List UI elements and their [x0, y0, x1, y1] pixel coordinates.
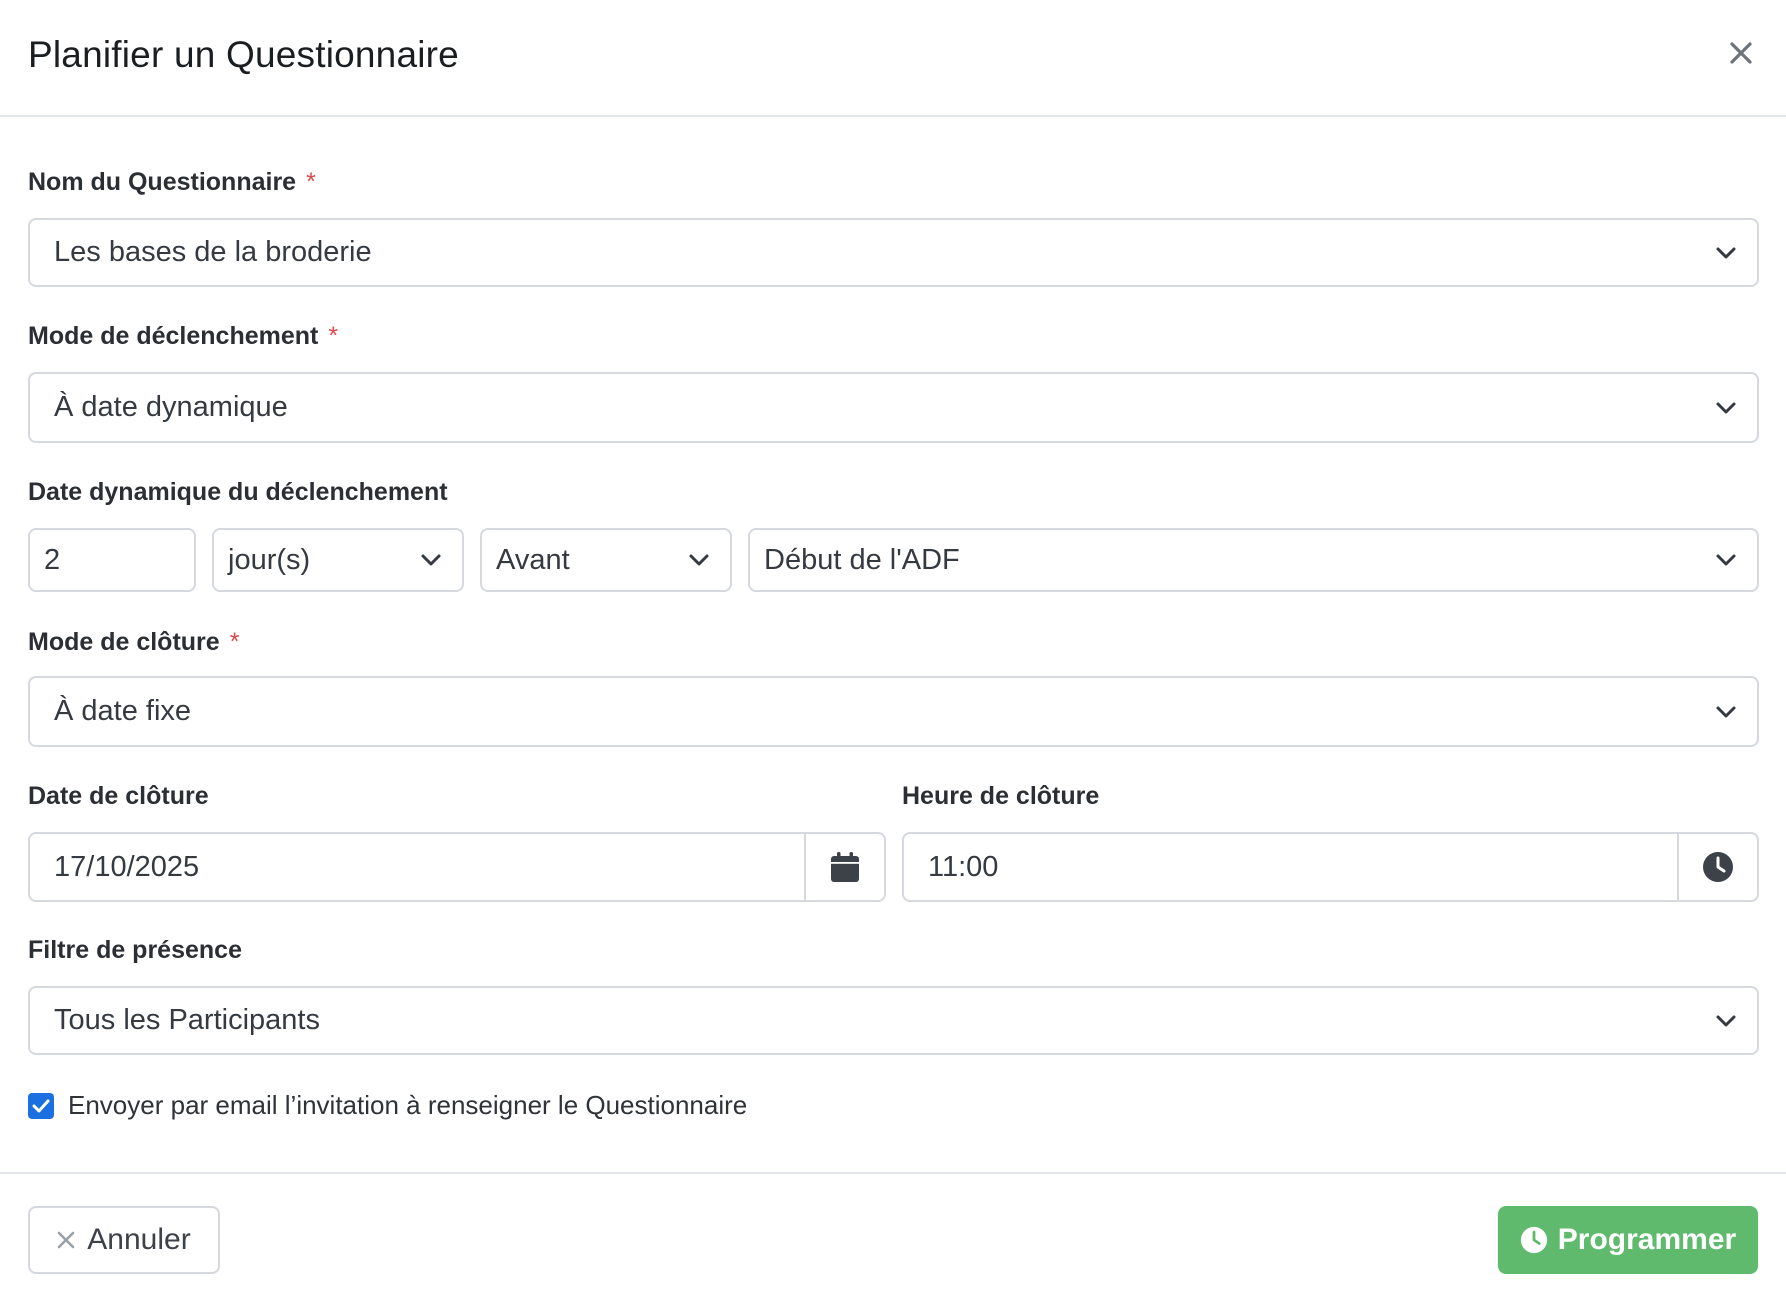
questionnaire-label-text: Nom du Questionnaire: [28, 168, 297, 196]
modal-header: Planifier un Questionnaire: [0, 0, 1786, 117]
clock-icon: [1520, 1226, 1547, 1254]
chevron-down-icon: [1716, 1015, 1736, 1026]
closing-time-group: 11:00: [902, 832, 1759, 902]
closing-date-label: Date de clôture: [28, 782, 209, 810]
calendar-button[interactable]: [804, 834, 884, 900]
cancel-button-label: Annuler: [87, 1223, 191, 1256]
footer-divider: [0, 1172, 1786, 1174]
modal-title: Planifier un Questionnaire: [28, 34, 459, 75]
questionnaire-select-value: Les bases de la broderie: [54, 236, 372, 268]
dynamic-unit-select[interactable]: jour(s): [212, 528, 464, 592]
x-icon: [57, 1231, 75, 1249]
chevron-down-icon: [1716, 402, 1736, 413]
close-icon: [1730, 42, 1752, 64]
cancel-button[interactable]: Annuler: [28, 1206, 220, 1274]
dynamic-amount-input[interactable]: 2: [28, 528, 196, 592]
trigger-mode-label: Mode de déclenchement *: [28, 322, 338, 351]
chevron-down-icon: [1716, 554, 1736, 566]
closing-date-input[interactable]: 17/10/2025: [30, 834, 804, 900]
dynamic-amount-value: 2: [44, 543, 61, 576]
close-button[interactable]: [1724, 36, 1758, 70]
trigger-mode-select[interactable]: À date dynamique: [28, 372, 1759, 443]
trigger-mode-label-text: Mode de déclenchement: [28, 322, 319, 350]
chevron-down-icon: [421, 554, 441, 566]
schedule-button[interactable]: Programmer: [1498, 1206, 1758, 1274]
closing-mode-label-text: Mode de clôture: [28, 628, 220, 656]
questionnaire-label: Nom du Questionnaire *: [28, 168, 316, 197]
presence-filter-label: Filtre de présence: [28, 936, 242, 964]
questionnaire-select[interactable]: Les bases de la broderie: [28, 218, 1759, 287]
required-marker: *: [229, 628, 240, 656]
presence-filter-value: Tous les Participants: [54, 1004, 320, 1036]
email-invite-checkbox[interactable]: [28, 1092, 54, 1119]
required-marker: *: [306, 168, 316, 196]
presence-filter-select[interactable]: Tous les Participants: [28, 986, 1759, 1055]
dynamic-reference-select[interactable]: Début de l'ADF: [748, 528, 1759, 592]
clock-button[interactable]: [1677, 834, 1757, 900]
closing-mode-select[interactable]: À date fixe: [28, 676, 1759, 747]
chevron-down-icon: [689, 554, 709, 566]
chevron-down-icon: [1716, 247, 1736, 258]
clock-icon: [1703, 852, 1733, 882]
required-marker: *: [328, 322, 339, 350]
chevron-down-icon: [1716, 706, 1736, 717]
email-invite-row: Envoyer par email l’invitation à renseig…: [28, 1090, 747, 1121]
closing-time-label: Heure de clôture: [902, 782, 1100, 810]
check-icon: [32, 1099, 50, 1112]
dynamic-unit-value: jour(s): [228, 543, 311, 576]
email-invite-label[interactable]: Envoyer par email l’invitation à renseig…: [68, 1090, 747, 1121]
dynamic-direction-value: Avant: [496, 543, 570, 576]
closing-date-group: 17/10/2025: [28, 832, 886, 902]
calendar-icon: [831, 852, 859, 882]
closing-mode-label: Mode de clôture *: [28, 628, 239, 657]
dynamic-date-label: Date dynamique du déclenchement: [28, 478, 448, 506]
closing-mode-select-value: À date fixe: [54, 695, 192, 727]
dynamic-direction-select[interactable]: Avant: [480, 528, 732, 592]
trigger-mode-select-value: À date dynamique: [54, 391, 288, 423]
closing-time-input[interactable]: 11:00: [904, 834, 1677, 900]
dynamic-reference-value: Début de l'ADF: [764, 543, 960, 576]
schedule-button-label: Programmer: [1557, 1223, 1737, 1256]
schedule-questionnaire-modal: Planifier un Questionnaire Nom du Questi…: [0, 0, 1786, 1304]
